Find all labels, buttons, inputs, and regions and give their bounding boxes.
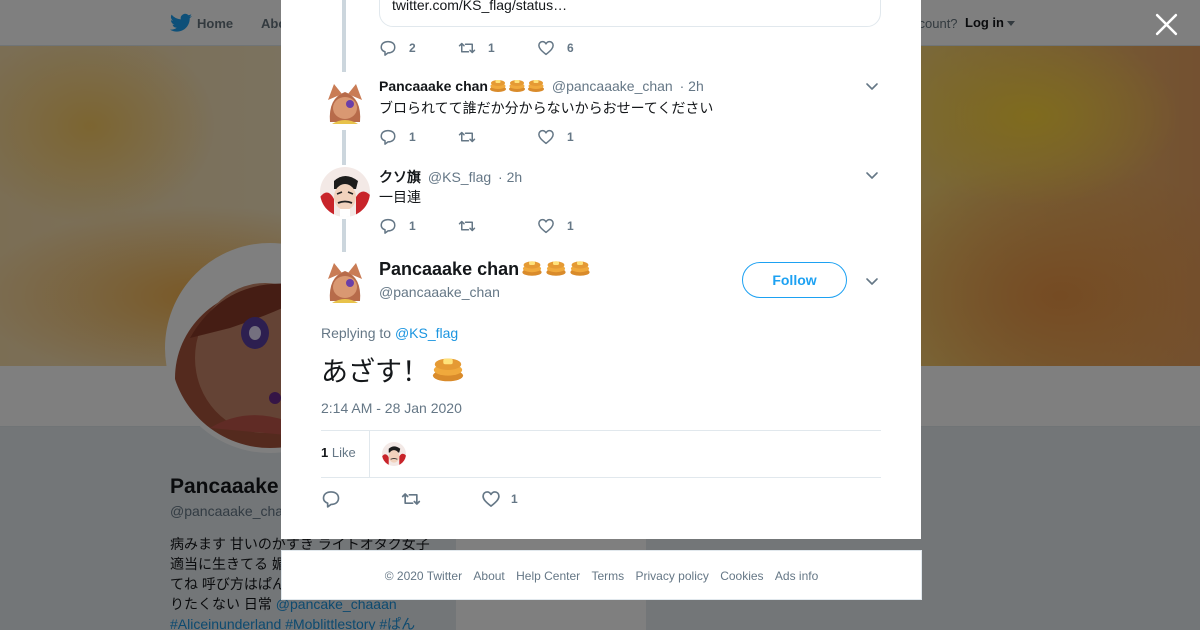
main-tweet-author-name[interactable]: Pancaaake chan — [379, 259, 591, 280]
replying-to-link[interactable]: @KS_flag — [395, 325, 458, 341]
pancake-emoji-icon — [567, 259, 591, 279]
avatar[interactable] — [320, 167, 370, 217]
reply-icon — [380, 129, 396, 145]
reply-icon — [380, 218, 396, 234]
like-button[interactable]: 6 — [537, 39, 616, 57]
reply-icon — [380, 40, 396, 56]
thread-line — [342, 0, 346, 72]
footer-link-privacy[interactable]: Privacy policy — [636, 569, 709, 583]
avatar-image — [320, 167, 370, 217]
chevron-down-icon[interactable] — [864, 273, 880, 289]
like-icon — [538, 129, 554, 145]
replying-prefix: Replying to — [321, 325, 395, 341]
reply-button[interactable] — [321, 489, 401, 509]
like-count: 1 — [511, 492, 518, 506]
like-count: 6 — [567, 41, 574, 55]
main-tweet-author-name-text: Pancaaake chan — [379, 259, 520, 279]
tweet-actions: 1 1 — [379, 127, 616, 147]
tweet-actions: 1 1 — [379, 216, 616, 236]
like-button[interactable]: 1 — [537, 128, 616, 146]
pancake-emoji-icon — [488, 78, 507, 94]
retweet-button[interactable] — [458, 128, 537, 146]
tweet-author-handle[interactable]: @KS_flag — [428, 169, 491, 185]
divider — [321, 430, 881, 431]
main-tweet-actions: 1 — [321, 489, 561, 509]
reply-icon — [322, 491, 340, 508]
tweet-header: クソ旗 @KS_flag · 2h — [379, 167, 522, 187]
main-tweet-author-handle[interactable]: @pancaaake_chan — [379, 284, 500, 300]
divider — [321, 477, 881, 478]
pancake-emoji-icon — [429, 357, 465, 387]
likes-word: Like — [328, 445, 356, 460]
footer-link-cookies[interactable]: Cookies — [720, 569, 763, 583]
retweet-icon — [401, 493, 421, 505]
tweet-header: Pancaaake chan @pancaaake_chan · 2h — [379, 78, 704, 94]
tweet-author-name[interactable]: Pancaaake chan — [379, 78, 488, 94]
pancake-emoji-icon — [507, 78, 526, 94]
pancake-emoji-icon — [519, 259, 543, 279]
like-icon — [538, 218, 554, 234]
tweet-actions: 2 1 6 — [379, 38, 616, 58]
reply-count: 2 — [409, 41, 416, 55]
tweet-author-handle[interactable]: @pancaaake_chan — [552, 78, 673, 94]
replying-to: Replying to @KS_flag — [321, 325, 458, 341]
footer-link-help[interactable]: Help Center — [516, 569, 580, 583]
like-button[interactable]: 1 — [481, 489, 561, 509]
thread-line — [342, 130, 346, 165]
chevron-down-icon[interactable] — [864, 167, 880, 183]
tweet-text: ブロられてて誰だか分からないからおせーてください — [379, 100, 714, 116]
like-icon — [482, 491, 500, 507]
retweet-button[interactable] — [401, 489, 481, 509]
main-tweet-text: あざす！ — [321, 350, 465, 389]
avatar-image — [320, 257, 370, 307]
thread-line — [342, 219, 346, 252]
footer-link-about[interactable]: About — [473, 569, 504, 583]
tweet-time[interactable]: · 2h — [498, 169, 522, 185]
reply-button[interactable]: 2 — [379, 39, 458, 57]
like-count: 1 — [567, 219, 574, 233]
avatar[interactable] — [320, 257, 370, 307]
pancake-emoji-icon — [526, 78, 545, 94]
retweet-icon — [458, 131, 476, 143]
reply-count: 1 — [409, 130, 416, 144]
like-icon — [538, 40, 554, 56]
footer-copyright: © 2020 Twitter — [384, 569, 463, 583]
divider — [369, 431, 370, 477]
tweet-author-name[interactable]: クソ旗 — [379, 169, 421, 185]
retweet-icon — [458, 42, 476, 54]
main-tweet-text-content: あざす！ — [321, 357, 429, 387]
retweet-icon — [458, 220, 476, 232]
quoted-tweet-link[interactable]: twitter.com/KS_flag/status… — [392, 0, 567, 13]
reply-button[interactable]: 1 — [379, 217, 458, 235]
tweet-timestamp[interactable]: 2:14 AM - 28 Jan 2020 — [321, 400, 462, 416]
chevron-down-icon[interactable] — [864, 78, 880, 94]
avatar-image — [320, 78, 370, 128]
avatar[interactable] — [320, 78, 370, 128]
footer-link-ads[interactable]: Ads info — [775, 569, 818, 583]
pancake-emoji-icon — [543, 259, 567, 279]
like-button[interactable]: 1 — [537, 217, 616, 235]
retweet-button[interactable]: 1 — [458, 39, 537, 57]
footer-links: © 2020 Twitter About Help Center Terms P… — [282, 569, 921, 583]
avatar-image — [382, 442, 406, 466]
retweet-button[interactable] — [458, 217, 537, 235]
tweet-time[interactable]: · 2h — [680, 78, 704, 94]
likes-count[interactable]: 1 Like — [321, 445, 356, 460]
footer-link-terms[interactable]: Terms — [591, 569, 624, 583]
follow-button[interactable]: Follow — [742, 262, 847, 298]
retweet-count: 1 — [488, 41, 495, 55]
reply-count: 1 — [409, 219, 416, 233]
liker-avatar[interactable] — [382, 442, 406, 466]
reply-button[interactable]: 1 — [379, 128, 458, 146]
like-count: 1 — [567, 130, 574, 144]
footer: © 2020 Twitter About Help Center Terms P… — [281, 550, 922, 600]
tweet-modal: twitter.com/KS_flag/status… 2 1 6 Pancaa… — [281, 0, 921, 539]
tweet-text: 一目連 — [379, 189, 421, 205]
close-icon[interactable] — [1154, 12, 1179, 37]
